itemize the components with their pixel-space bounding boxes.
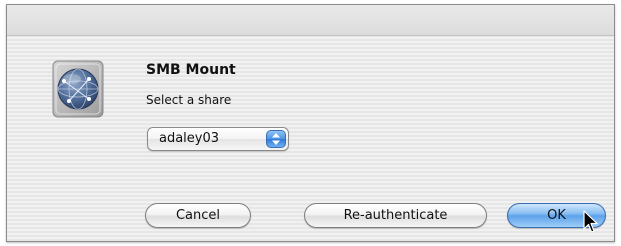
share-select-value: adaley03 xyxy=(159,131,220,146)
dialog-title: SMB Mount xyxy=(146,62,236,78)
network-server-icon xyxy=(49,59,107,119)
dialog-title-strip xyxy=(7,5,614,36)
reauthenticate-button[interactable]: Re-authenticate xyxy=(304,203,487,228)
cancel-button[interactable]: Cancel xyxy=(145,203,251,228)
dialog-message: Select a share xyxy=(146,93,232,107)
arrow-cursor-icon xyxy=(583,210,599,234)
popup-arrows-icon xyxy=(266,130,286,148)
share-select[interactable]: adaley03 xyxy=(147,127,289,151)
smb-mount-dialog: SMB Mount Select a share adaley03 Cancel… xyxy=(6,4,615,242)
